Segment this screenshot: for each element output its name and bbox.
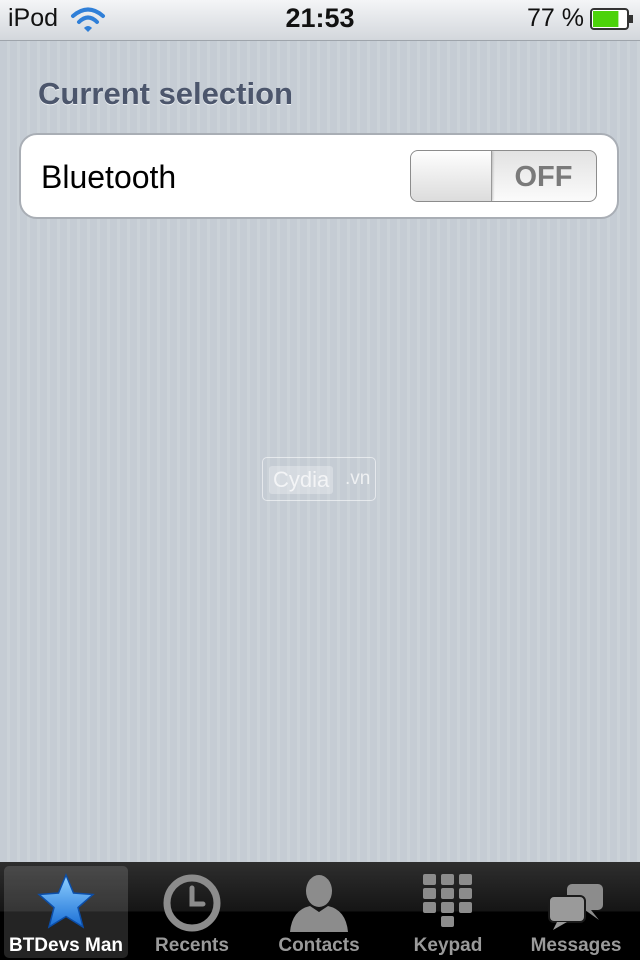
keypad-icon	[421, 872, 475, 933]
star-icon	[35, 872, 97, 937]
tab-keypad[interactable]: Keypad	[386, 866, 510, 958]
settings-group: Bluetooth OFF	[19, 133, 619, 219]
toggle-knob[interactable]	[411, 151, 492, 201]
tab-recents[interactable]: Recents	[130, 866, 254, 958]
tab-label: Contacts	[278, 935, 360, 956]
tab-label: BTDevs Man	[8, 935, 124, 956]
watermark-tld: .vn	[345, 468, 371, 489]
tab-messages[interactable]: Messages	[514, 866, 638, 958]
bluetooth-label: Bluetooth	[41, 159, 177, 195]
tab-label: Keypad	[413, 935, 483, 956]
battery-icon	[590, 8, 634, 30]
tab-label: Messages	[530, 935, 622, 956]
person-icon	[286, 872, 352, 937]
bluetooth-toggle[interactable]: OFF	[410, 150, 597, 202]
toggle-state-text: OFF	[514, 161, 573, 193]
battery-percentage: 77 %	[527, 4, 584, 32]
tab-label: Recents	[155, 935, 229, 956]
watermark-main: Cydia	[269, 466, 334, 494]
watermark: Cydia .vn	[262, 457, 376, 501]
clock-icon	[162, 872, 222, 937]
tab-contacts[interactable]: Contacts	[257, 866, 381, 958]
speech-bubbles-icon	[545, 872, 607, 937]
tab-bar: BTDevs Man Recents Contacts Keypad Messa…	[0, 862, 640, 960]
tab-btdevs-man[interactable]: BTDevs Man	[4, 866, 128, 958]
section-title: Current selection	[38, 76, 293, 111]
status-bar: iPod 21:53 77 %	[0, 0, 640, 41]
